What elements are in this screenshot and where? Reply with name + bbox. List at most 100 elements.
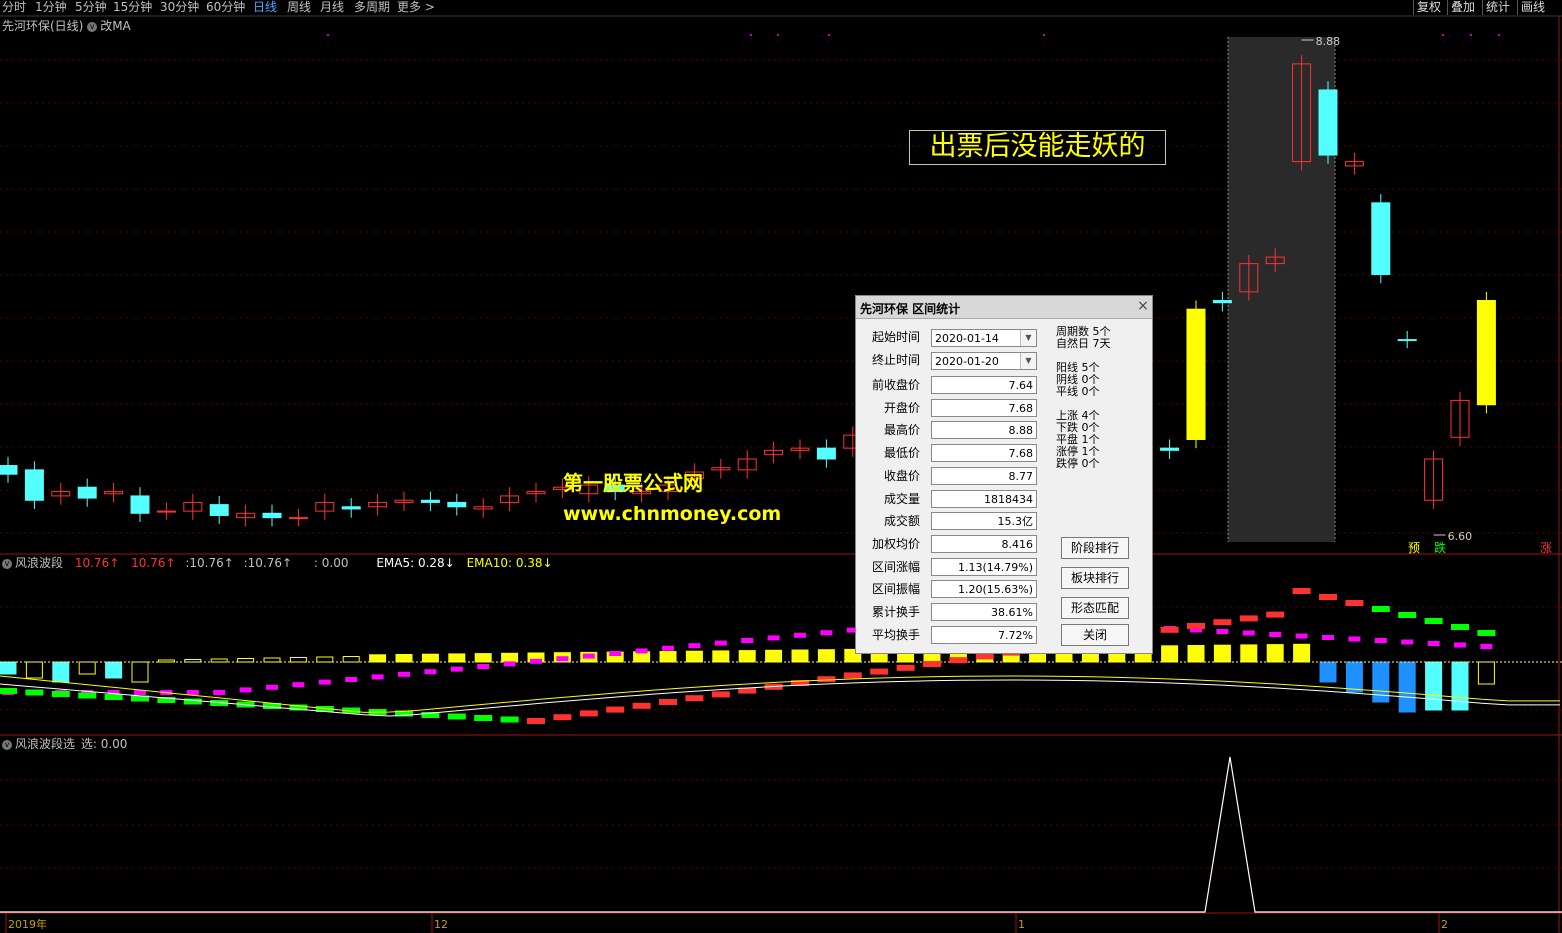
dialog-titlebar[interactable]: 先河环保 区间统计 ×	[856, 296, 1152, 319]
indicator-dash	[767, 635, 780, 641]
indicator-block	[1319, 594, 1337, 600]
x-axis-label: 2019年	[8, 917, 47, 931]
chevron-down-icon[interactable]: ▼	[1020, 353, 1036, 369]
candle-body	[1212, 300, 1232, 304]
indicator-bar	[817, 649, 835, 663]
field-value-6[interactable]: 15.3亿	[931, 512, 1037, 531]
field-value-0[interactable]: 7.64	[931, 376, 1037, 394]
indicator-bar	[685, 650, 703, 663]
indicator-block	[896, 664, 915, 671]
dialog-button-2[interactable]: 形态匹配	[1061, 597, 1129, 619]
chevron-down-icon[interactable]: ▼	[1020, 330, 1036, 346]
field-value-10[interactable]: 38.61%	[931, 603, 1037, 621]
marker-dot	[750, 34, 752, 36]
dialog-title: 先河环保 区间统计	[860, 302, 961, 316]
sub-panel1-title: v 风浪波段 10.76↑ 10.76↑ :10.76↑ :10.76↑ : 0.…	[2, 556, 553, 571]
sub1-name: 风浪波段	[15, 556, 64, 570]
field-value-9[interactable]: 1.20(15.63%)	[931, 580, 1037, 599]
kline-chart[interactable]: 8.886.60预跌涨2019年 12 1 2	[0, 0, 1562, 933]
stat-7: 平盘 1个	[1056, 433, 1100, 446]
low-label: 6.60	[1448, 530, 1473, 543]
ema10-value: EMA10: 0.38↓	[466, 556, 553, 570]
indicator-bar	[765, 649, 783, 663]
indicator-block	[606, 706, 625, 713]
indicator-dash	[820, 630, 833, 636]
high-label: 8.88	[1316, 35, 1341, 48]
marker-dot	[1043, 34, 1045, 36]
sub2-value: 选: 0.00	[80, 737, 128, 751]
field-label-10: 累计换手	[871, 605, 920, 619]
stat-0: 周期数 5个	[1056, 325, 1111, 338]
indicator-dash	[424, 669, 437, 675]
indicator-dash	[292, 682, 305, 688]
field-value-2[interactable]: 8.88	[931, 421, 1037, 440]
indicator-dash	[635, 648, 648, 654]
indicator-dash	[477, 664, 490, 669]
candle-body	[77, 486, 97, 499]
indicator-dash	[609, 651, 622, 656]
sub1-value-5: : 0.00	[313, 556, 349, 570]
field-value-8[interactable]: 1.13(14.79%)	[931, 557, 1037, 576]
field-value-5[interactable]: 1818434	[931, 489, 1037, 508]
field-label-1: 开盘价	[883, 400, 920, 415]
indicator-dash	[1401, 639, 1414, 645]
candle-body	[1186, 308, 1206, 440]
sub2-name: 风浪波段选	[15, 737, 76, 751]
candle-body	[1318, 89, 1338, 156]
start-time-select[interactable]: 2020-01-14 ▼	[931, 329, 1037, 347]
dialog-button-3[interactable]: 关闭	[1061, 624, 1129, 646]
dialog-button-1[interactable]: 板块排行	[1061, 567, 1129, 589]
indicator-bar	[791, 649, 809, 663]
candle-body	[816, 447, 836, 460]
indicator-dash	[1480, 644, 1493, 649]
marker-dot	[777, 34, 779, 36]
start-time-value: 2020-01-14	[935, 332, 999, 345]
indicator-bar	[1398, 661, 1416, 713]
field-value-4[interactable]: 8.77	[931, 466, 1037, 485]
chevron-down-icon[interactable]: v	[87, 21, 98, 32]
indicator-bar	[316, 656, 334, 663]
candle-body	[420, 499, 440, 503]
indicator-block	[685, 695, 704, 702]
indicator-block	[632, 702, 651, 709]
watermark-name: 第一股票公式网	[563, 471, 703, 495]
indicator-block	[870, 668, 889, 675]
indicator-block	[579, 710, 598, 717]
indicator-bar	[1345, 661, 1363, 693]
dialog-button-0[interactable]: 阶段排行	[1061, 537, 1129, 559]
main-panel-title: 先河环保(日线) v 改MA	[2, 19, 131, 34]
indicator-dash	[582, 653, 595, 659]
indicator-dash	[794, 632, 806, 638]
indicator-block	[975, 653, 994, 660]
indicator-dash	[530, 658, 542, 664]
indicator-bar	[501, 652, 519, 663]
field-value-3[interactable]: 7.68	[931, 444, 1037, 463]
indicator-block	[1451, 624, 1469, 630]
sub-panel2-title: v 风浪波段选 选: 0.00	[2, 737, 127, 752]
end-time-select[interactable]: 2020-01-20 ▼	[931, 352, 1037, 370]
indicator-block	[1239, 615, 1258, 622]
indicator-bar	[1213, 644, 1231, 663]
field-value-7[interactable]: 8.416	[931, 534, 1037, 553]
indicator-dash	[1269, 632, 1282, 637]
signal-yu: 预	[1408, 541, 1420, 555]
indicator-block	[474, 715, 493, 721]
indicator-dash	[1427, 641, 1440, 646]
chevron-down-icon[interactable]: v	[2, 558, 12, 569]
indicator-dash	[213, 690, 226, 695]
x-axis-label: 1	[1018, 918, 1025, 931]
candle-body	[288, 517, 308, 520]
indicator-bar	[474, 653, 492, 663]
x-axis-label: 12	[434, 918, 448, 931]
close-icon[interactable]: ×	[1136, 298, 1150, 314]
ema5-value: EMA5: 0.28↓	[376, 556, 455, 570]
chevron-down-icon[interactable]: v	[2, 739, 12, 750]
field-label-5: 成交量	[883, 491, 920, 506]
indicator-name[interactable]: 改MA	[100, 19, 131, 33]
indicator-block	[923, 661, 941, 667]
field-value-1[interactable]: 7.68	[931, 398, 1037, 417]
stat-8: 涨停 1个	[1056, 445, 1100, 458]
candle-body	[1371, 202, 1391, 275]
indicator-bar	[421, 653, 439, 663]
field-value-11[interactable]: 7.72%	[931, 625, 1037, 644]
